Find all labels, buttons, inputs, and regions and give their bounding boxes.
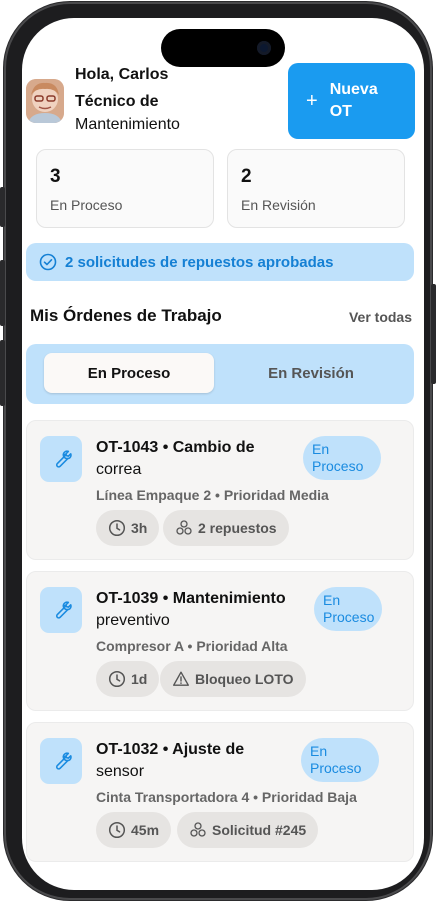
check-circle-icon — [39, 253, 57, 271]
role-line-1: Técnico de — [75, 93, 159, 110]
order-title-rest: sensor — [96, 763, 145, 780]
avatar[interactable] — [26, 79, 64, 123]
new-order-button[interactable]: + Nueva OT — [288, 63, 415, 139]
time-chip: 1d — [96, 661, 160, 697]
order-card[interactable]: OT-1043 • Cambio de correa En Proceso Lí… — [26, 420, 414, 560]
role-line-2: Mantenimiento — [75, 116, 180, 133]
see-all-link[interactable]: Ver todas — [349, 309, 412, 325]
new-order-label: Nueva OT — [329, 81, 378, 120]
order-meta: Compresor A • Prioridad Alta — [96, 638, 288, 654]
parts-icon — [176, 520, 192, 535]
clock-icon — [108, 821, 126, 839]
order-title: OT-1039 • Mantenimiento preventivo — [96, 588, 311, 632]
clock-icon — [108, 670, 126, 688]
approved-parts-banner[interactable]: 2 solicitudes de repuestos aprobadas — [26, 243, 414, 281]
stat-label: En Revisión — [241, 197, 316, 213]
app-screen: Hola, Carlos Técnico de Mantenimiento + … — [22, 18, 424, 890]
warning-icon — [173, 671, 189, 686]
user-role: Técnico de Mantenimiento — [75, 90, 235, 136]
stat-card-in-process[interactable]: 3 En Proceso — [36, 149, 214, 228]
wrench-icon — [40, 738, 82, 784]
volume-up-button — [0, 260, 5, 326]
time-chip: 45m — [96, 812, 172, 848]
clock-icon — [108, 519, 126, 537]
order-card[interactable]: OT-1032 • Ajuste de sensor En Proceso Ci… — [26, 722, 414, 862]
chip-text: 45m — [131, 822, 160, 838]
section-title: Mis Órdenes de Trabajo — [30, 306, 222, 325]
time-chip: 3h — [96, 510, 160, 546]
order-title-rest: preventivo — [96, 612, 170, 629]
order-title: OT-1043 • Cambio de correa — [96, 437, 301, 481]
banner-text: 2 solicitudes de repuestos aprobadas — [65, 253, 334, 271]
order-card[interactable]: OT-1039 • Mantenimiento preventivo En Pr… — [26, 571, 414, 711]
chip-text: Bloqueo LOTO — [195, 671, 294, 687]
chip-text: 1d — [131, 671, 148, 687]
status-badge: En Proceso — [314, 587, 382, 631]
request-chip: Solicitud #245 — [177, 812, 319, 848]
order-title-rest: correa — [96, 461, 142, 478]
stat-value: 3 — [50, 166, 61, 187]
parts-icon — [190, 822, 206, 837]
stat-value: 2 — [241, 166, 252, 187]
lockout-chip: Bloqueo LOTO — [160, 661, 306, 697]
order-id: OT-1039 • Mantenimiento — [96, 590, 286, 607]
tab-in-review[interactable]: En Revisión — [226, 353, 396, 393]
camera-icon — [257, 41, 271, 55]
order-id: OT-1032 • Ajuste de — [96, 741, 245, 758]
dynamic-island — [161, 29, 285, 67]
power-button — [431, 284, 436, 384]
order-meta: Línea Empaque 2 • Prioridad Media — [96, 487, 329, 503]
tab-in-process[interactable]: En Proceso — [44, 353, 214, 393]
stat-card-in-review[interactable]: 2 En Revisión — [227, 149, 405, 228]
status-badge: En Proceso — [301, 738, 379, 782]
wrench-icon — [40, 436, 82, 482]
order-title: OT-1032 • Ajuste de sensor — [96, 739, 301, 783]
chip-text: 2 repuestos — [198, 520, 277, 536]
stat-label: En Proceso — [50, 197, 123, 213]
volume-down-button — [0, 340, 5, 406]
chip-text: Solicitud #245 — [212, 822, 307, 838]
chip-text: 3h — [131, 520, 148, 536]
parts-chip: 2 repuestos — [163, 510, 289, 546]
status-tabs: En Proceso En Revisión — [26, 344, 414, 404]
greeting: Hola, Carlos — [75, 66, 169, 83]
order-id: OT-1043 • Cambio de — [96, 439, 255, 456]
wrench-icon — [40, 587, 82, 633]
status-badge: En Proceso — [303, 436, 381, 480]
plus-icon: + — [306, 89, 318, 112]
phone-frame: Hola, Carlos Técnico de Mantenimiento + … — [0, 2, 436, 900]
order-meta: Cinta Transportadora 4 • Prioridad Baja — [96, 789, 357, 805]
action-button — [0, 187, 5, 227]
